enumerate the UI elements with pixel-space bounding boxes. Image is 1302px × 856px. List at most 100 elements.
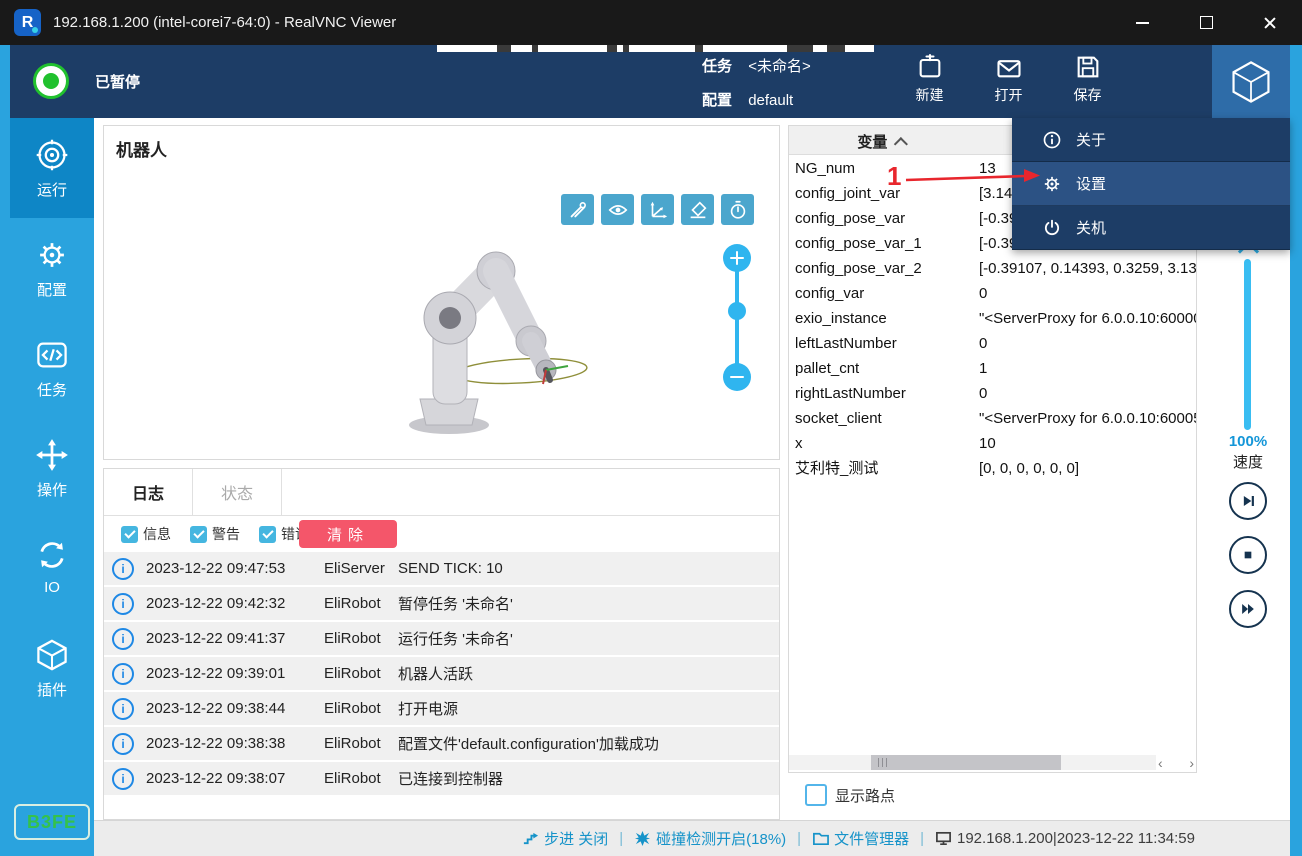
maximize-button[interactable] [1174,0,1238,45]
clear-log-button[interactable]: 清除 [299,520,397,548]
filter-warning[interactable]: 警告 [185,524,240,544]
tab-status[interactable]: 状态 [193,469,282,515]
step-run-button[interactable] [1229,482,1267,520]
variable-name: config_pose_var_2 [795,256,922,281]
file-manager-label: 文件管理器 [834,828,909,849]
scroll-right-arrow[interactable]: › [1189,756,1194,770]
log-source: EliRobot [324,700,398,717]
variable-row[interactable]: config_pose_var_2[-0.39107, 0.14393, 0.3… [789,256,1196,281]
variable-row[interactable]: leftLastNumber0 [789,331,1196,356]
variable-row[interactable]: config_var 0 [789,281,1196,306]
menu-item-shutdown[interactable]: 关机 [1012,206,1290,250]
open-task-button[interactable]: 打开 [969,53,1048,105]
app-menu-button[interactable] [1212,45,1290,118]
variable-value: 0 [979,381,987,406]
remote-desktop: 已暂停 任务 <未命名> 配置 default 新建 [0,45,1302,856]
log-entry: i 2023-12-22 09:47:53 EliServer SEND TIC… [104,552,779,585]
sidebar-item-configure[interactable]: 配置 [10,218,94,318]
log-source: EliServer [324,560,398,577]
step-mode-label: 步进 关闭 [544,828,608,849]
variable-row[interactable]: socket_client"<ServerProxy for 6.0.0.10:… [789,406,1196,431]
zoom-slider-thumb[interactable] [728,302,746,320]
config-value: default [748,92,793,109]
variable-name: leftLastNumber [795,331,897,356]
sidebar-item-run[interactable]: 运行 [10,118,94,218]
filter-info[interactable]: 信息 [116,524,171,544]
frame-axes-button[interactable] [641,194,674,225]
speed-label: 速度 [1200,451,1296,472]
log-message: SEND TICK: 10 [398,560,779,577]
variables-header-label: 变量 [857,134,887,151]
variable-row[interactable]: x10 [789,431,1196,456]
vnc-toolbar-peek[interactable] [437,45,874,52]
log-time: 2023-12-22 09:38:07 [146,770,324,787]
scrollbar-track[interactable] [789,755,1156,770]
variable-name: config_var [795,281,864,306]
eye-icon [607,199,629,221]
close-button[interactable] [1238,0,1302,45]
info-level-icon: i [112,663,134,685]
header-actions: 新建 打开 保存 [890,53,1127,105]
tab-log[interactable]: 日志 [104,469,193,515]
fast-forward-icon [1238,599,1258,619]
step-mode-status[interactable]: 步进 关闭 [522,828,608,849]
robot-state-indicator[interactable]: 已暂停 [33,63,140,99]
log-source: EliRobot [324,735,398,752]
app-header: 已暂停 任务 <未命名> 配置 default 新建 [10,45,1290,118]
log-message: 机器人活跃 [398,663,779,684]
checkbox-checked-icon [190,526,207,543]
window-title: 192.168.1.200 (intel-corei7-64:0) - Real… [53,14,396,31]
scrollbar-grip-icon [878,758,890,767]
configure-icon [35,238,69,272]
stop-button[interactable] [1229,536,1267,574]
variable-value: 0 [979,281,987,306]
timer-button[interactable] [721,194,754,225]
variable-name: config_joint_var [795,181,900,206]
log-entry: i 2023-12-22 09:38:07 EliRobot 已连接到控制器 [104,762,779,795]
save-task-button[interactable]: 保存 [1048,53,1127,105]
speed-slider[interactable] [1244,259,1251,430]
sidebar-item-plugin[interactable]: 插件 [10,618,94,718]
variable-row[interactable]: pallet_cnt1 [789,356,1196,381]
scroll-left-arrow[interactable]: ‹ [1158,756,1163,770]
minimize-button[interactable] [1110,0,1174,45]
sidebar-item-operate[interactable]: 操作 [10,418,94,518]
robot-3d-viewport[interactable] [244,221,604,461]
config-label: 配置 [702,92,732,109]
variable-name: socket_client [795,406,882,431]
zoom-in-button[interactable] [723,244,751,272]
collision-detection-status[interactable]: 碰撞检测开启(18%) [608,828,786,849]
log-entry: i 2023-12-22 09:39:01 EliRobot 机器人活跃 [104,657,779,690]
log-entry: i 2023-12-22 09:38:44 EliRobot 打开电源 [104,692,779,725]
filter-info-label: 信息 [143,524,171,544]
variables-header-toggle[interactable]: 变量 [789,131,976,152]
file-manager-button[interactable]: 文件管理器 [786,828,909,849]
menu-item-about[interactable]: 关于 [1012,118,1290,162]
variable-row[interactable]: rightLastNumber0 [789,381,1196,406]
scrollbar-thumb[interactable] [871,755,1061,770]
state-green-icon [33,63,69,99]
fast-forward-button[interactable] [1229,590,1267,628]
variable-row[interactable]: 艾利特_测试[0, 0, 0, 0, 0, 0] [789,456,1196,481]
sidebar-item-task[interactable]: 任务 [10,318,94,418]
sidebar-item-label: 操作 [37,479,67,500]
collision-icon [634,830,651,847]
info-level-icon: i [112,768,134,790]
variable-row[interactable]: exio_instance"<ServerProxy for 6.0.0.10:… [789,306,1196,331]
maximize-icon [1200,16,1213,29]
new-task-button[interactable]: 新建 [890,53,969,105]
robot-panel-title: 机器人 [116,136,167,161]
skip-forward-icon [1238,491,1258,511]
info-level-icon: i [112,628,134,650]
show-waypoints-toggle[interactable]: 显示路点 [797,784,895,806]
log-time: 2023-12-22 09:41:37 [146,630,324,647]
menu-item-settings[interactable]: 设置 [1012,162,1290,206]
task-label: 任务 [702,58,732,75]
zoom-out-button[interactable] [723,363,751,391]
sidebar-item-io[interactable]: IO [10,518,94,618]
task-name-row: 任务 <未命名> [702,55,811,76]
eraser-button[interactable] [681,194,714,225]
save-icon [1074,53,1102,81]
visibility-button[interactable] [601,194,634,225]
menu-item-about-label: 关于 [1076,129,1106,150]
